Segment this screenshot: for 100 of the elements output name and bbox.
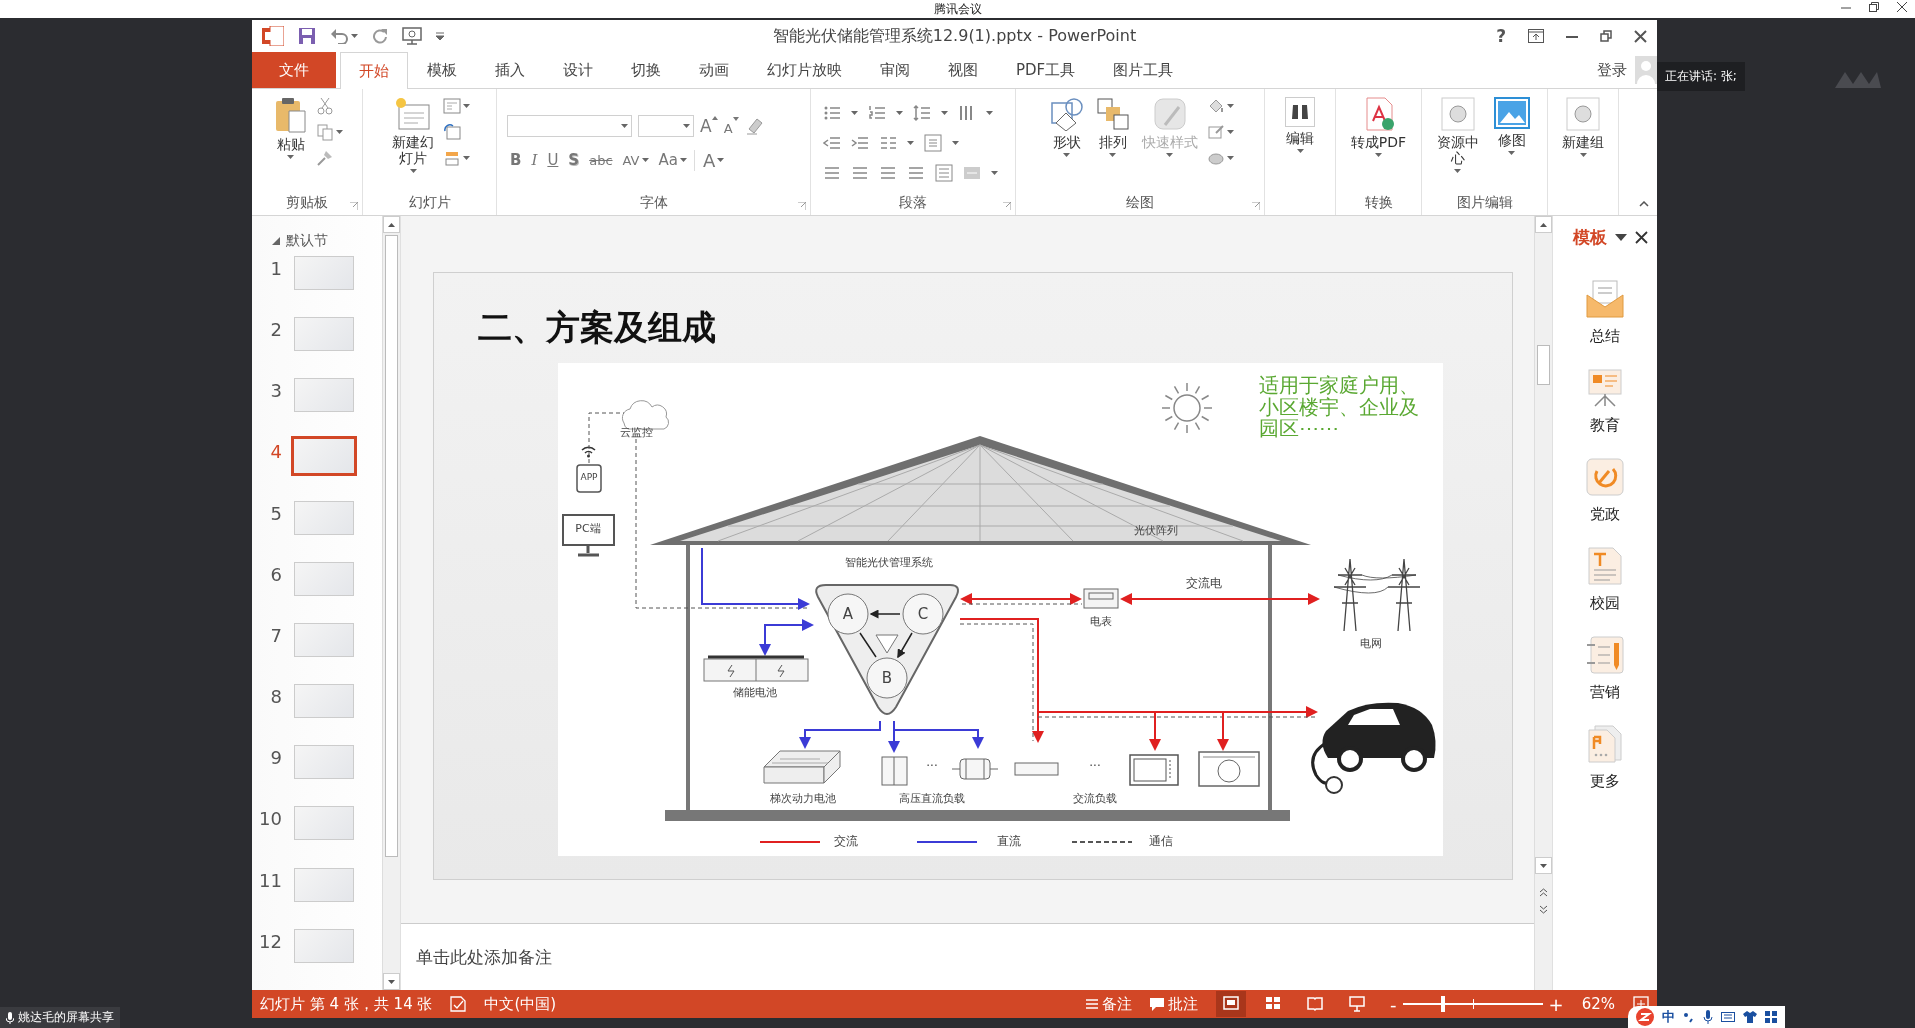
grid-icon[interactable] [1765, 1011, 1777, 1023]
notebook-icon[interactable] [1585, 635, 1625, 675]
new-slide-button[interactable]: 新建幻灯片 [389, 95, 437, 176]
dialog-launcher-icon[interactable] [350, 202, 358, 210]
input-mode-label[interactable]: 中 [1662, 1008, 1675, 1026]
microphone-icon[interactable] [1703, 1010, 1713, 1024]
zoom-in-button[interactable]: + [1548, 993, 1564, 1015]
shirt-icon[interactable] [1743, 1011, 1757, 1023]
envelope-icon[interactable] [1585, 279, 1625, 319]
scroll-up-button[interactable] [1535, 216, 1552, 233]
text-align-icon[interactable] [924, 134, 942, 152]
file-tab[interactable]: 文件 [252, 52, 336, 88]
ribbon-tab[interactable]: 图片工具 [1094, 52, 1193, 88]
slide-thumbnail[interactable] [294, 745, 354, 780]
convert-pdf-button[interactable]: 转成PDF [1347, 95, 1410, 160]
slide-thumbnail[interactable] [294, 622, 354, 657]
eraser-icon[interactable] [744, 117, 763, 135]
easel-icon[interactable] [1585, 368, 1625, 408]
notes-button[interactable]: 备注 [1086, 994, 1133, 1014]
copy-button[interactable] [315, 123, 343, 141]
font-format-button[interactable]: Aa [655, 151, 690, 169]
ime-logo-icon[interactable] [1636, 1008, 1654, 1026]
resource-button[interactable]: 资源中心 [1433, 95, 1482, 176]
file-icon[interactable] [1585, 724, 1625, 764]
shrink-font-button[interactable]: A [723, 116, 739, 136]
dialog-launcher-icon[interactable] [798, 202, 806, 210]
grow-font-button[interactable]: A [700, 116, 718, 136]
restore-icon[interactable] [1869, 2, 1879, 12]
scrollbar-thumb[interactable] [385, 235, 398, 857]
paste-button[interactable]: 粘贴 [271, 95, 310, 162]
slide-thumbnail[interactable] [294, 317, 354, 352]
font-format-button[interactable]: abc [586, 152, 616, 168]
template-category[interactable]: 党政 [1590, 505, 1620, 524]
shapes-button[interactable]: 形状 [1046, 95, 1087, 160]
template-category[interactable]: 总结 [1590, 327, 1620, 346]
align-icon[interactable] [879, 164, 897, 182]
slide-thumbnail[interactable] [291, 436, 357, 477]
ribbon-tab[interactable]: 开始 [340, 52, 408, 89]
spellcheck-icon[interactable] [450, 996, 467, 1012]
restore-icon[interactable] [1600, 30, 1612, 42]
presenter-icon[interactable] [402, 27, 422, 45]
close-icon[interactable] [1634, 29, 1647, 43]
view-button[interactable] [1216, 991, 1247, 1017]
decrease-indent-icon[interactable] [823, 134, 841, 152]
scroll-down-button[interactable] [383, 973, 400, 990]
ribbon-tab[interactable]: 审阅 [861, 52, 929, 88]
help-button[interactable]: ? [1496, 26, 1506, 46]
scroll-up-button[interactable] [383, 216, 400, 233]
sign-in-link[interactable]: 登录 [1597, 60, 1627, 80]
template-category[interactable]: 营销 [1590, 683, 1620, 702]
expanded-icon[interactable] [272, 236, 280, 245]
ribbon-tab[interactable]: PDF工具 [997, 52, 1095, 88]
align-icon[interactable] [851, 164, 869, 182]
zoom-level[interactable]: 62% [1581, 995, 1615, 1013]
bullets-icon[interactable] [823, 104, 841, 122]
ribbon-tab[interactable]: 切换 [612, 52, 680, 88]
undo-icon[interactable] [330, 28, 348, 44]
slide-thumbnail[interactable] [294, 867, 354, 902]
arrange-button[interactable]: 排列 [1092, 95, 1133, 160]
slide-thumbnail[interactable] [294, 500, 354, 535]
line-spacing-icon[interactable] [913, 104, 931, 122]
font-format-button[interactable]: AV [619, 152, 652, 168]
slide-thumbnail[interactable] [294, 561, 354, 596]
ribbon-display-icon[interactable] [1528, 29, 1544, 43]
columns-icon[interactable] [879, 134, 897, 152]
template-category[interactable]: 校园 [1590, 594, 1620, 613]
template-category[interactable]: 更多 [1590, 772, 1620, 791]
collapse-icon[interactable] [1639, 201, 1649, 207]
close-icon[interactable] [1635, 231, 1648, 244]
font-name-field[interactable] [507, 115, 632, 137]
increase-indent-icon[interactable] [851, 134, 869, 152]
align-icon[interactable] [823, 164, 841, 182]
numbering-icon[interactable] [868, 104, 886, 122]
language-label[interactable]: 中文(中国) [484, 994, 557, 1014]
font-format-button[interactable]: A [693, 149, 728, 171]
outline-button[interactable] [1206, 123, 1234, 141]
punctuation-icon[interactable] [1683, 1011, 1695, 1023]
keyboard-icon[interactable] [1721, 1012, 1735, 1022]
edit-button[interactable]: 编辑 [1282, 95, 1318, 156]
save-icon[interactable] [298, 27, 316, 45]
comments-button[interactable]: 批注 [1150, 994, 1199, 1014]
dialog-launcher-icon[interactable] [1252, 202, 1260, 210]
template-category[interactable]: 教育 [1590, 416, 1620, 435]
emblem-icon[interactable] [1585, 457, 1625, 497]
layout-button[interactable] [443, 97, 470, 115]
customize-icon[interactable] [436, 32, 444, 40]
ribbon-tab[interactable]: 插入 [476, 52, 544, 88]
close-icon[interactable] [1897, 2, 1907, 12]
font-format-button[interactable]: U [544, 151, 562, 169]
font-format-button[interactable]: B [507, 151, 525, 169]
notes-prompt[interactable]: 单击此处添加备注 [416, 945, 552, 969]
align-icon[interactable] [907, 164, 925, 182]
zoom-out-button[interactable]: - [1390, 993, 1397, 1015]
scrollbar-thumb[interactable] [1537, 345, 1550, 385]
ribbon-tab[interactable]: 动画 [680, 52, 748, 88]
redo-icon[interactable] [372, 28, 388, 44]
font-format-button[interactable]: S [565, 151, 583, 169]
retouch-button[interactable]: 修图 [1487, 95, 1536, 158]
section-button[interactable] [443, 149, 470, 167]
ribbon-tab[interactable]: 模板 [408, 52, 476, 88]
